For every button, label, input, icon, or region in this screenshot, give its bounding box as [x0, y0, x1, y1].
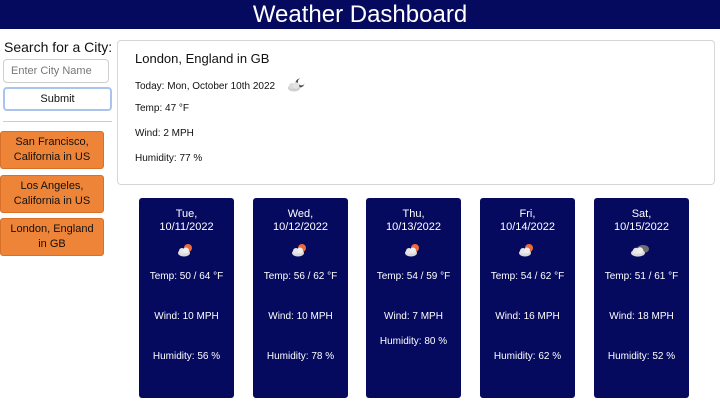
partly-cloudy-night-icon: [286, 78, 308, 97]
forecast-wind: Wind: 10 MPH: [154, 311, 219, 322]
forecast-date: Thu, 10/13/2022: [385, 208, 442, 233]
forecast-temp: Temp: 54 / 62 °F: [490, 271, 565, 282]
submit-button[interactable]: Submit: [3, 87, 112, 111]
forecast-wind: Wind: 10 MPH: [268, 311, 333, 322]
page-title: Weather Dashboard: [252, 1, 468, 28]
current-humidity: Humidity: 77 %: [135, 153, 203, 164]
partly-cloudy-day-icon: [518, 243, 536, 260]
history-button-san-francisco[interactable]: San Francisco, California in US: [0, 131, 104, 169]
current-wind: Wind: 2 MPH: [135, 128, 194, 139]
forecast-date: Wed, 10/12/2022: [272, 208, 329, 233]
forecast-card: Tue, 10/11/2022 Temp: 50 / 64 °F Wind: 10…: [139, 198, 234, 398]
current-weather-card: London, England in GB Today: Mon, Octobe…: [117, 40, 715, 185]
current-temp: Temp: 47 °F: [135, 103, 190, 114]
forecast-humidity: Humidity: 62 %: [493, 351, 562, 362]
current-city: London, England in GB: [135, 51, 270, 66]
forecast-temp: Temp: 51 / 61 °F: [604, 271, 679, 282]
forecast-humidity: Humidity: 80 %: [379, 336, 448, 347]
partly-cloudy-day-icon: [177, 243, 195, 260]
forecast-humidity: Humidity: 52 %: [607, 351, 676, 362]
partly-cloudy-day-icon: [404, 243, 422, 260]
divider: [3, 121, 112, 122]
forecast-wind: Wind: 7 MPH: [384, 311, 443, 322]
search-label: Search for a City:: [4, 39, 113, 55]
forecast-card: Sat, 10/15/2022 Temp: 51 / 61 °F Wind: 18…: [594, 198, 689, 398]
city-search-input[interactable]: [3, 59, 109, 83]
forecast-card: Wed, 10/12/2022 Temp: 56 / 62 °F Wind: 10…: [253, 198, 348, 398]
forecast-humidity: Humidity: 78 %: [266, 351, 335, 362]
forecast-date: Tue, 10/11/2022: [159, 208, 214, 233]
current-date: Today: Mon, October 10th 2022: [135, 81, 276, 92]
forecast-wind: Wind: 18 MPH: [609, 311, 674, 322]
page-header: Weather Dashboard: [0, 0, 720, 29]
forecast-wind: Wind: 16 MPH: [495, 311, 560, 322]
forecast-temp: Temp: 54 / 59 °F: [376, 271, 451, 282]
forecast-temp: Temp: 50 / 64 °F: [149, 271, 224, 282]
forecast-date: Sat, 10/15/2022: [613, 208, 670, 233]
history-button-los-angeles[interactable]: Los Angeles, California in US: [0, 175, 104, 213]
forecast-card: Fri, 10/14/2022 Temp: 54 / 62 °F Wind: 16…: [480, 198, 575, 398]
history-button-london[interactable]: London, England in GB: [0, 218, 104, 256]
forecast-temp: Temp: 56 / 62 °F: [263, 271, 338, 282]
partly-cloudy-day-icon: [291, 243, 309, 260]
cloudy-icon: [629, 243, 651, 260]
forecast-date: Fri, 10/14/2022: [499, 208, 556, 233]
forecast-humidity: Humidity: 56 %: [152, 351, 221, 362]
forecast-card: Thu, 10/13/2022 Temp: 54 / 59 °F Wind: 7 …: [366, 198, 461, 398]
